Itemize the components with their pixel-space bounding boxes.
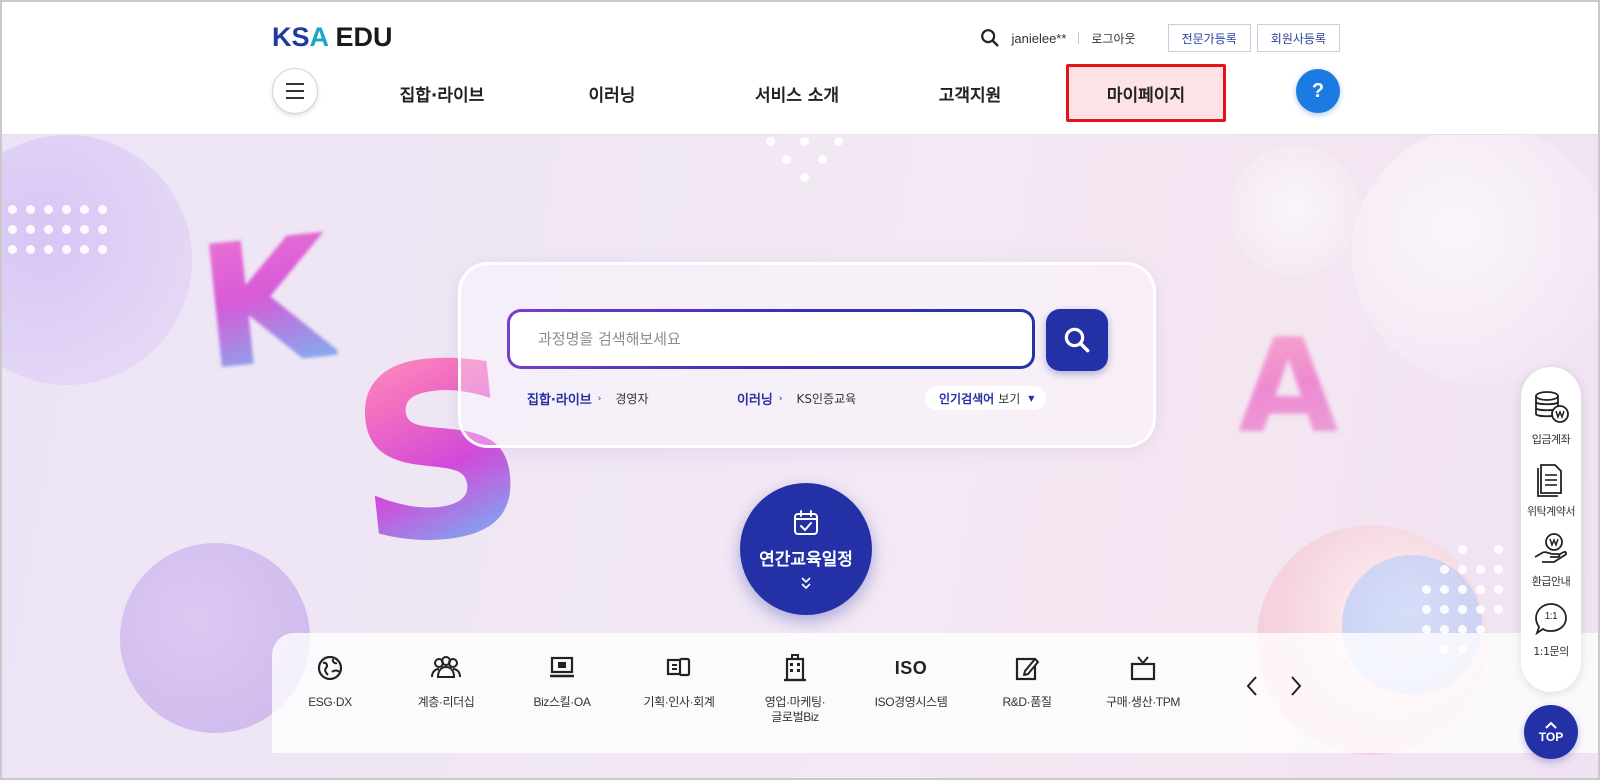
annual-schedule-button[interactable]: 연간교육일정 xyxy=(740,483,872,615)
course-search-input[interactable] xyxy=(507,309,1035,369)
category-label: ISO경영시스템 xyxy=(874,695,948,709)
dot-pattern-top xyxy=(762,137,852,187)
chevron-right-icon: › xyxy=(778,393,783,404)
edit-icon xyxy=(1015,657,1039,681)
popular-keywords-toggle[interactable]: 인기검색어 보기 ▼ xyxy=(925,386,1047,410)
quick-link-keyword[interactable]: 경영자 xyxy=(615,390,648,407)
monitor-icon xyxy=(550,656,574,678)
nav-item-service-intro[interactable]: 서비스 소개 xyxy=(722,64,872,122)
refund-hand-icon xyxy=(1534,533,1567,563)
site-header: KSA EDU janielee** 로그아웃 전문가등록 회원사등록 집합·라… xyxy=(2,2,1598,135)
site-logo[interactable]: KSA EDU xyxy=(272,22,393,53)
tv-icon xyxy=(1130,656,1156,681)
help-button[interactable]: ? xyxy=(1296,69,1340,113)
caret-down-icon: ▼ xyxy=(1028,393,1035,403)
chevron-left-icon xyxy=(1246,676,1257,696)
category-prev-button[interactable] xyxy=(1240,671,1264,701)
logo-a: A xyxy=(309,22,329,52)
category-planning-hr-accounting[interactable]: 기획·인사·회계 xyxy=(624,651,734,710)
category-label: 구매·생산·TPM xyxy=(1106,695,1180,709)
category-esg-dx[interactable]: ESG·DX xyxy=(275,651,385,710)
category-label: ESG·DX xyxy=(308,695,352,709)
quick-side-menu: 입금계좌 위탁계약서 환급안내 1:1 1:1문의 xyxy=(1521,367,1581,692)
bg-blob xyxy=(2,135,192,385)
search-icon xyxy=(1064,327,1090,353)
devices-icon xyxy=(666,657,691,677)
decorative-letter-k: K xyxy=(190,198,342,410)
main-navigation: 집합·라이브 이러닝 서비스 소개 고객지원 마이페이지 xyxy=(362,64,1242,122)
popular-keywords-label: 인기검색어 xyxy=(939,391,995,406)
iso-icon: ISO xyxy=(894,657,928,678)
category-next-button[interactable] xyxy=(1284,671,1308,701)
side-item-label: 입금계좌 xyxy=(1531,433,1571,446)
dot-pattern-left xyxy=(8,205,108,255)
category-iso[interactable]: ISO ISO경영시스템 xyxy=(856,651,966,710)
bg-blob xyxy=(1352,135,1598,385)
hamburger-icon-bar xyxy=(286,97,304,99)
decorative-letter-a: A xyxy=(1238,310,1339,462)
side-item-label: 1:1문의 xyxy=(1533,645,1569,658)
side-item-consignment-contract[interactable]: 위탁계약서 xyxy=(1521,459,1581,519)
side-item-one-on-one-inquiry[interactable]: 1:1 1:1문의 xyxy=(1521,599,1581,659)
browser-viewport: KSA EDU janielee** 로그아웃 전문가등록 회원사등록 집합·라… xyxy=(0,0,1600,780)
category-label: Biz스킬·OA xyxy=(533,695,591,709)
category-label: 기획·인사·회계 xyxy=(643,695,715,709)
coin-stack-icon xyxy=(1535,391,1569,423)
logout-link[interactable]: 로그아웃 xyxy=(1091,30,1135,47)
search-panel: 집합·라이브 › 경영자 이러닝 › KS인증교육 인기검색어 보기 ▼ xyxy=(458,262,1156,448)
divider xyxy=(1078,32,1080,44)
side-item-label: 환급안내 xyxy=(1531,575,1571,588)
category-biz-skill-oa[interactable]: Biz스킬·OA xyxy=(507,651,617,710)
quick-link-category: 집합·라이브 xyxy=(527,393,592,408)
logo-ks: KS xyxy=(272,22,310,52)
member-company-register-button[interactable]: 회원사등록 xyxy=(1256,24,1340,52)
utility-bar: janielee** 로그아웃 전문가등록 회원사등록 xyxy=(979,24,1340,52)
side-item-refund-guide[interactable]: 환급안내 xyxy=(1521,529,1581,589)
globe-icon xyxy=(317,655,343,681)
calendar-check-icon xyxy=(794,509,818,535)
category-label: 계층·리더십 xyxy=(417,695,475,709)
user-name: janielee** xyxy=(1011,30,1067,46)
bg-blob xyxy=(1230,145,1360,275)
category-label-line2: 글로벌Biz xyxy=(771,710,819,724)
hero-section: K S A 집합·라이브 › 경영자 이러닝 › KS인증교육 xyxy=(2,135,1598,778)
scroll-to-top-button[interactable]: TOP xyxy=(1524,705,1578,759)
category-sales-marketing-global[interactable]: 영업·마케팅· 글로벌Biz xyxy=(740,651,850,725)
people-group-icon xyxy=(431,656,461,678)
side-item-deposit-account[interactable]: 입금계좌 xyxy=(1521,387,1581,447)
annual-schedule-label: 연간교육일정 xyxy=(759,549,853,570)
side-item-label: 위탁계약서 xyxy=(1526,505,1576,518)
nav-item-elearning[interactable]: 이러닝 xyxy=(552,64,672,122)
search-submit-button[interactable] xyxy=(1046,309,1108,371)
category-rnd-quality[interactable]: R&D·품질 xyxy=(972,651,1082,710)
nav-item-mypage[interactable]: 마이페이지 xyxy=(1066,64,1226,122)
search-icon[interactable] xyxy=(979,27,1001,49)
expert-register-button[interactable]: 전문가등록 xyxy=(1167,24,1251,52)
logo-edu: EDU xyxy=(328,22,393,52)
chevron-right-icon xyxy=(1291,676,1302,696)
nav-item-customer-support[interactable]: 고객지원 xyxy=(910,64,1030,122)
quick-link-keyword[interactable]: KS인증교육 xyxy=(797,390,857,407)
hamburger-icon-bar xyxy=(286,90,304,92)
double-chevron-down-icon xyxy=(801,576,811,589)
category-purchasing-production-tpm[interactable]: 구매·생산·TPM xyxy=(1088,651,1198,710)
popular-keywords-action: 보기 xyxy=(998,391,1021,406)
building-icon xyxy=(784,654,806,682)
quick-link-elearning[interactable]: 이러닝 › KS인증교육 xyxy=(737,389,856,408)
category-label: 영업·마케팅· xyxy=(764,695,826,709)
chat-bubble-text: 1:1 xyxy=(1544,611,1558,622)
category-bar: ESG·DX 계층·리더십 Biz스킬·OA 기획·인사·회계 영업·마케팅· … xyxy=(272,633,1598,753)
hamburger-icon xyxy=(286,83,304,85)
document-icon xyxy=(1537,464,1562,497)
top-button-label: TOP xyxy=(1538,729,1564,744)
quick-link-group-live[interactable]: 집합·라이브 › 경영자 xyxy=(527,389,648,408)
chevron-right-icon: › xyxy=(597,393,602,404)
category-label: R&D·품질 xyxy=(1002,695,1052,709)
category-leadership[interactable]: 계층·리더십 xyxy=(391,651,501,710)
hamburger-menu-button[interactable] xyxy=(272,68,318,114)
chevron-up-icon xyxy=(1545,721,1557,729)
quick-link-category: 이러닝 xyxy=(737,393,773,408)
nav-item-group-live[interactable]: 집합·라이브 xyxy=(382,64,502,122)
